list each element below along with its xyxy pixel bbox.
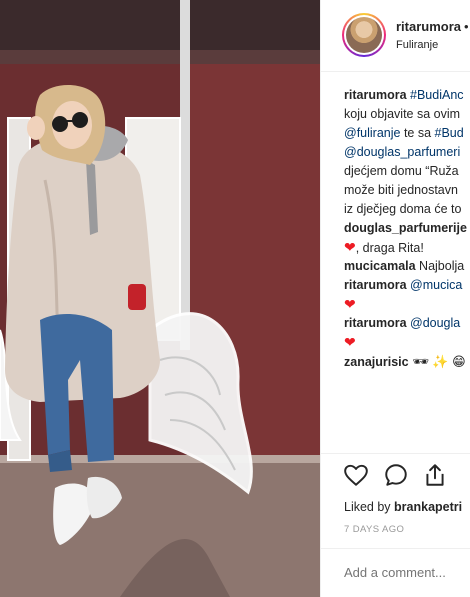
- comment-item: zanajurisic 🕶 ✨ 😁: [344, 352, 470, 371]
- comment-item: ritarumora @dougla ❤: [344, 314, 470, 352]
- comment-line: ❤, draga Rita!: [344, 238, 470, 257]
- post-photo[interactable]: [0, 0, 320, 597]
- caption-line: iz dječjeg doma će to: [344, 200, 470, 219]
- comment-mention-link[interactable]: @douglas_parfumeri: [344, 145, 460, 159]
- add-comment-input[interactable]: [344, 565, 464, 580]
- comment-line: ritarumora @mucica: [344, 276, 470, 295]
- likes-prefix: Liked by: [344, 500, 395, 514]
- comment-text: koju objavite sa ovim: [344, 107, 461, 121]
- location-link[interactable]: Fuliranje: [396, 39, 438, 51]
- comment-mention-link[interactable]: @fuliranje: [344, 126, 400, 140]
- add-comment-bar: [321, 548, 470, 597]
- comment-username-link[interactable]: ritarumora: [344, 316, 407, 330]
- comment-line: ❤: [344, 333, 470, 352]
- username-text[interactable]: ritarumora: [396, 19, 461, 34]
- actions-divider: [321, 453, 470, 454]
- heart-emoji-icon: ❤: [344, 334, 356, 350]
- comment-text: može biti jednostavn: [344, 183, 458, 197]
- post-timestamp[interactable]: 7 DAYS AGO: [344, 524, 404, 535]
- post-caption: ritarumora #BudiAnc koju objavite sa ovim…: [344, 86, 470, 219]
- caption-line: koju objavite sa ovim: [344, 105, 470, 124]
- heart-emoji-icon: ❤: [344, 239, 356, 255]
- caption-line: ritarumora #BudiAnc: [344, 86, 470, 105]
- post-sidebar: ritarumora • Fuliranje ritarumora #BudiAn…: [320, 0, 470, 597]
- comments-list: ritarumora #BudiAnc koju objavite sa ovim…: [344, 86, 470, 371]
- comment-line: ❤: [344, 295, 470, 314]
- separator-dot: •: [464, 19, 469, 34]
- comment-line: mucicamala Najbolja: [344, 257, 470, 276]
- likes-summary: Liked by brankapetri: [344, 500, 462, 514]
- caption-line: može biti jednostavn: [344, 181, 470, 200]
- comment-item: mucicamala Najbolja: [344, 257, 470, 276]
- comment-text: Najbolja: [415, 259, 465, 273]
- username-link[interactable]: ritarumora •: [396, 19, 469, 34]
- comment-text: iz dječjeg doma će to: [344, 202, 462, 216]
- photo-illustration: [0, 0, 320, 597]
- comment-line: douglas_parfumerije: [344, 219, 470, 238]
- share-icon[interactable]: [422, 462, 448, 488]
- comment-username-link[interactable]: ritarumora: [344, 88, 407, 102]
- emoji-text: 🕶 ✨ 😁: [408, 354, 466, 369]
- comment-mention-link[interactable]: @dougla: [410, 316, 460, 330]
- comment-bubble-icon[interactable]: [383, 462, 409, 488]
- caption-line: @douglas_parfumeri: [344, 143, 470, 162]
- comment-text: te sa: [400, 126, 435, 140]
- comment-username-link[interactable]: mucicamala: [344, 259, 416, 273]
- liked-by-user-link[interactable]: brankapetri: [394, 500, 462, 514]
- comment-username-link[interactable]: douglas_parfumerije: [344, 221, 467, 235]
- comment-line: ritarumora @dougla: [344, 314, 470, 333]
- heart-outline-icon[interactable]: [343, 462, 369, 488]
- post-header: ritarumora • Fuliranje: [321, 0, 470, 72]
- comment-item: douglas_parfumerije ❤, draga Rita!: [344, 219, 470, 257]
- comment-mention-link[interactable]: @mucica: [410, 278, 462, 292]
- caption-line: @fuliranje te sa #Bud: [344, 124, 470, 143]
- heart-emoji-icon: ❤: [344, 296, 356, 312]
- comment-mention-link[interactable]: #BudiAnc: [410, 88, 464, 102]
- comment-item: ritarumora @mucica ❤: [344, 276, 470, 314]
- comment-line: zanajurisic 🕶 ✨ 😁: [344, 352, 470, 371]
- comment-text: djećjem domu “Ruža: [344, 164, 459, 178]
- comment-username-link[interactable]: ritarumora: [344, 278, 407, 292]
- comment-username-link[interactable]: zanajurisic: [344, 355, 409, 369]
- caption-line: djećjem domu “Ruža: [344, 162, 470, 181]
- avatar[interactable]: [342, 13, 386, 57]
- comment-mention-link[interactable]: #Bud: [435, 126, 464, 140]
- comment-text: , draga Rita!: [355, 241, 424, 255]
